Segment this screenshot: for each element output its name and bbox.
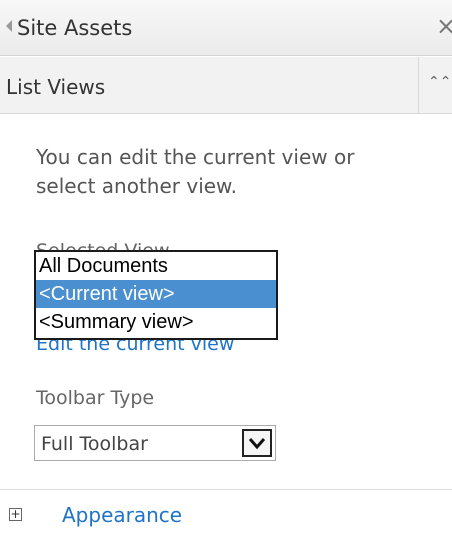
section-divider — [0, 489, 452, 490]
description-text: You can edit the current view or select … — [36, 145, 355, 198]
expand-icon[interactable]: + — [9, 508, 22, 521]
toolbar-type-label: Toolbar Type — [36, 387, 155, 409]
toolbar-type-select[interactable]: Full Toolbar — [34, 425, 276, 461]
collapse-button[interactable]: ⌃⌃ — [418, 57, 452, 113]
panel-header: Site Assets × — [0, 0, 452, 56]
list-views-section-header: List Views ⌃⌃ — [0, 57, 452, 114]
section-title: List Views — [6, 75, 106, 99]
selected-view-listbox[interactable]: All Documents <Current view> <Summary vi… — [34, 250, 278, 340]
toolbar-type-value: Full Toolbar — [41, 433, 148, 455]
panel-title: Site Assets — [17, 16, 133, 40]
view-option-summary-view[interactable]: <Summary view> — [36, 308, 276, 336]
double-chevron-up-icon: ⌃⌃ — [428, 74, 452, 90]
close-icon[interactable]: × — [436, 13, 452, 39]
back-arrow-icon[interactable] — [6, 20, 12, 32]
appearance-section-link[interactable]: Appearance — [62, 503, 182, 527]
view-option-all-documents[interactable]: All Documents — [36, 252, 276, 280]
chevron-down-icon — [248, 438, 266, 450]
view-option-current-view[interactable]: <Current view> — [36, 280, 276, 308]
dropdown-button[interactable] — [242, 429, 272, 457]
